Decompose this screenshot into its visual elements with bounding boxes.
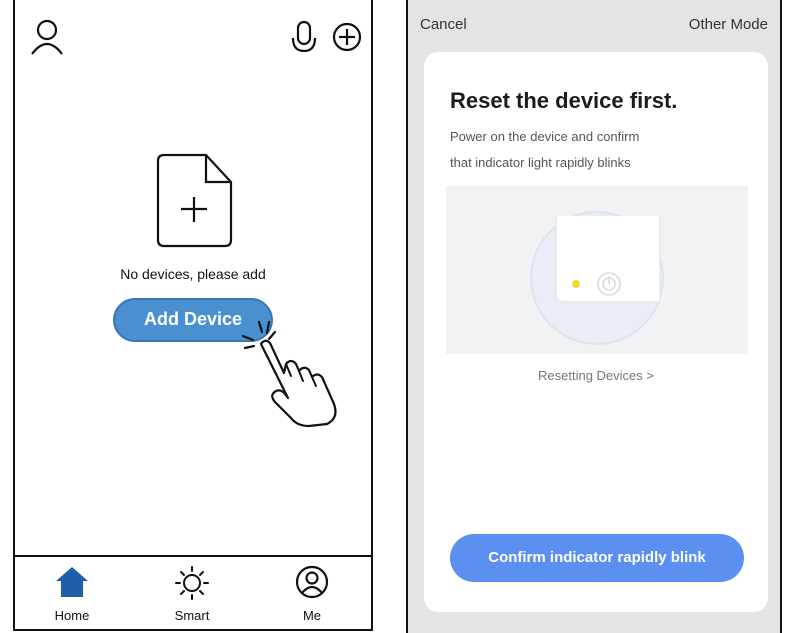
device-illustration <box>446 186 748 354</box>
sun-icon <box>175 566 209 600</box>
right-phone-screen: Cancel Other Mode Reset the device first… <box>406 0 782 633</box>
instruction-line-2: that indicator light rapidly blinks <box>450 155 631 170</box>
new-document-icon <box>156 153 233 248</box>
user-profile-icon[interactable] <box>30 18 64 56</box>
empty-state-message: No devices, please add <box>120 266 266 282</box>
indicator-light-icon <box>572 280 580 288</box>
tab-home[interactable]: Home <box>32 565 112 623</box>
left-phone-screen: No devices, please add Add Device Home S… <box>13 0 373 631</box>
device-reset-graphic <box>530 211 664 345</box>
tapping-hand-icon <box>241 320 337 428</box>
instruction-text: Power on the device and confirm that ind… <box>450 124 750 176</box>
tab-smart[interactable]: Smart <box>152 565 232 623</box>
instruction-line-1: Power on the device and confirm <box>450 129 640 144</box>
other-mode-button[interactable]: Other Mode <box>689 16 768 33</box>
tab-smart-label: Smart <box>174 608 210 623</box>
microphone-icon[interactable] <box>290 20 318 56</box>
add-circle-icon[interactable] <box>331 21 363 53</box>
home-icon <box>56 567 88 597</box>
reset-instructions-card: Reset the device first. Power on the dev… <box>424 52 768 612</box>
bottom-border <box>15 629 371 631</box>
tab-home-label: Home <box>54 608 90 623</box>
confirm-blink-button[interactable]: Confirm indicator rapidly blink <box>450 534 744 582</box>
tab-me-label: Me <box>302 608 322 623</box>
resetting-devices-link[interactable]: Resetting Devices > <box>424 368 768 383</box>
tab-me[interactable]: Me <box>272 565 352 623</box>
page-title: Reset the device first. <box>450 88 678 113</box>
user-circle-icon <box>295 565 329 599</box>
bottom-tab-bar: Home Smart Me <box>15 555 371 631</box>
cancel-button[interactable]: Cancel <box>420 16 467 33</box>
